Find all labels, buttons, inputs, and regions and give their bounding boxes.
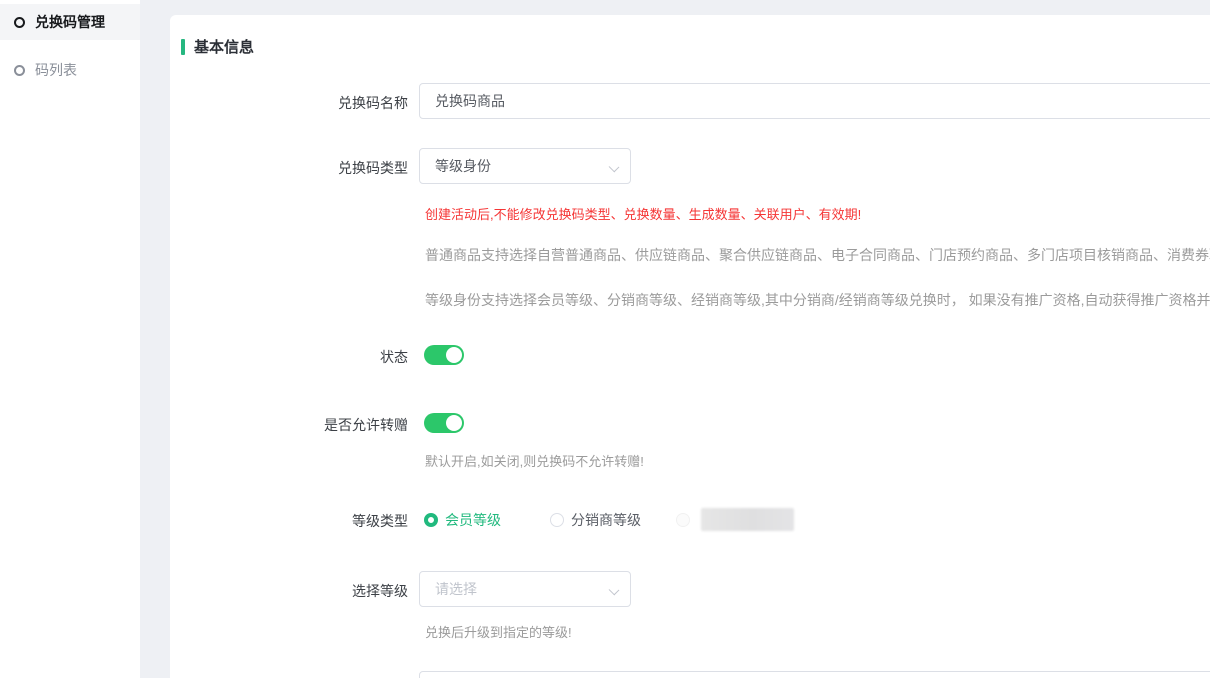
- toggle-knob: [446, 347, 462, 363]
- radio-member-level[interactable]: 会员等级: [424, 510, 501, 530]
- toggle-knob: [446, 415, 462, 431]
- sidebar-item-label: 兑换码管理: [35, 12, 105, 32]
- select-placeholder-text: 请选择: [435, 579, 477, 599]
- radio-faint-icon: [676, 513, 690, 527]
- radio-unselected-icon: [550, 513, 564, 527]
- radio-label: 分销商等级: [571, 510, 641, 530]
- radio-label: 会员等级: [445, 510, 501, 530]
- redeem-code-type-label: 兑换码类型: [228, 158, 408, 178]
- sidebar-item-redeem-code-management[interactable]: 兑换码管理: [0, 4, 140, 40]
- redeem-code-type-select[interactable]: 等级身份: [419, 148, 631, 184]
- level-type-radio-group: 会员等级 分销商等级: [424, 508, 794, 531]
- radio-redacted-option[interactable]: [676, 508, 794, 531]
- sidebar-item-code-list[interactable]: 码列表: [0, 52, 140, 88]
- select-level-label: 选择等级: [228, 581, 408, 601]
- normal-goods-tip: 普通商品支持选择自营普通商品、供应链商品、聚合供应链商品、电子合同商品、门店预约…: [425, 245, 1210, 265]
- edit-restriction-warning: 创建活动后,不能修改兑换码类型、兑换数量、生成数量、关联用户、有效期!: [425, 204, 861, 223]
- redeem-code-name-input[interactable]: [419, 83, 1210, 119]
- allow-transfer-hint: 默认开启,如关闭,则兑换码不允许转赠!: [425, 451, 644, 470]
- circle-icon: [14, 17, 25, 28]
- status-label: 状态: [228, 347, 408, 367]
- level-identity-tip: 等级身份支持选择会员等级、分销商等级、经销商等级,其中分销商/经销商等级兑换时，…: [425, 290, 1210, 310]
- section-header: 基本信息: [181, 36, 254, 57]
- circle-icon: [14, 65, 25, 76]
- chevron-down-icon: [609, 162, 620, 173]
- allow-transfer-label: 是否允许转赠: [228, 415, 408, 435]
- redeem-code-name-label: 兑换码名称: [228, 93, 408, 113]
- select-level-hint: 兑换后升级到指定的等级!: [425, 622, 572, 641]
- chevron-down-icon: [609, 585, 620, 596]
- level-type-label: 等级类型: [228, 511, 408, 531]
- sidebar-item-label: 码列表: [35, 60, 77, 80]
- select-level-select[interactable]: 请选择: [419, 571, 631, 607]
- content-card: 基本信息 兑换码名称 兑换码类型 等级身份 创建活动后,不能修改兑换码类型、兑换…: [170, 15, 1210, 678]
- section-accent-bar: [181, 39, 185, 55]
- radio-distributor-level[interactable]: 分销商等级: [550, 510, 641, 530]
- sidebar: 兑换码管理 码列表: [0, 0, 140, 678]
- selected-option-text: 等级身份: [435, 156, 491, 176]
- allow-transfer-toggle[interactable]: [424, 413, 464, 433]
- section-title: 基本信息: [194, 36, 254, 57]
- radio-selected-icon: [424, 513, 438, 527]
- status-toggle[interactable]: [424, 345, 464, 365]
- redacted-label-block: [701, 508, 794, 531]
- next-field-input-partial[interactable]: [419, 671, 1210, 678]
